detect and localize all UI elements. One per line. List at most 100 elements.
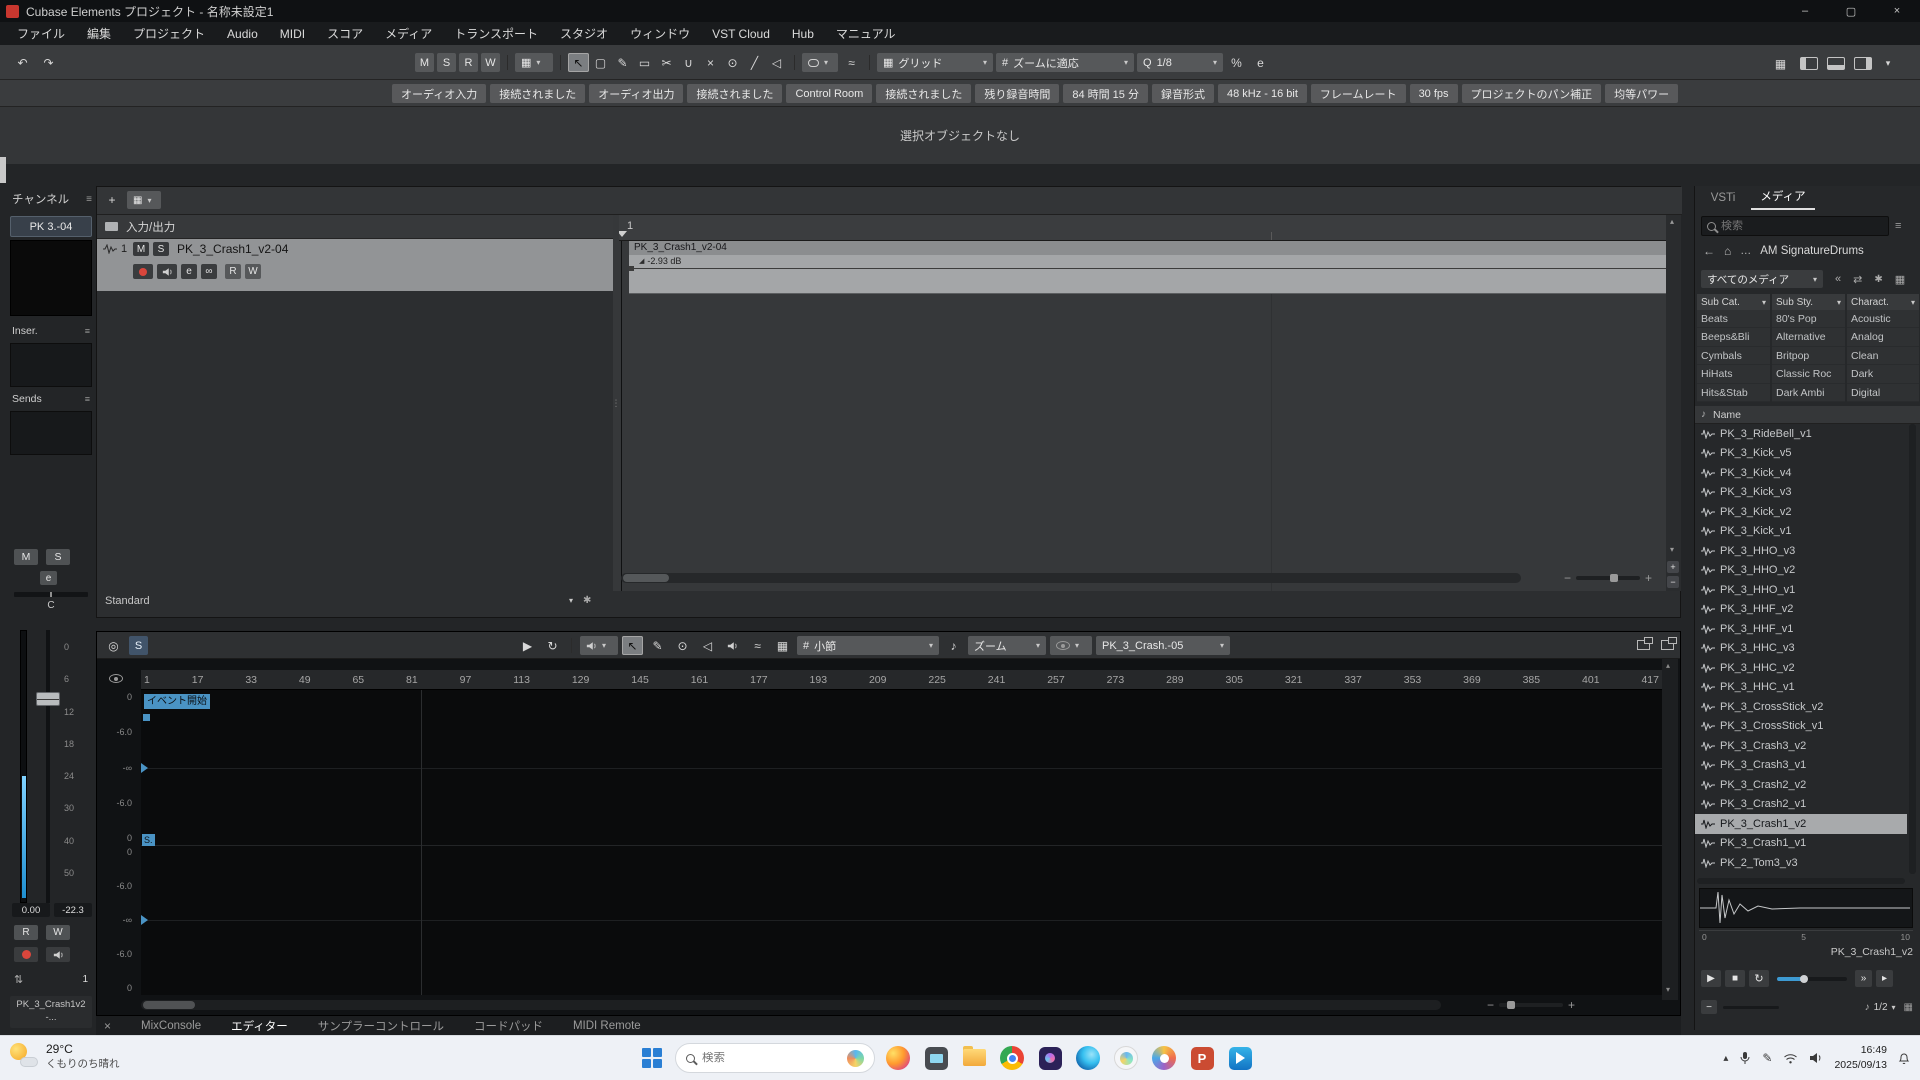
breadcrumb-location[interactable]: AM SignatureDrums (1760, 245, 1864, 257)
audio-event[interactable]: PK_3_Crash1_v2-04 ◢ -2.93 dB (629, 241, 1666, 294)
menu-item[interactable]: スタジオ (549, 22, 619, 45)
filter-item[interactable]: Britpop (1772, 347, 1845, 365)
filter-item[interactable]: Clean (1847, 347, 1919, 365)
editor-ruler[interactable]: 1173349658197113129145161177193209225241… (141, 670, 1662, 690)
preview-waveform[interactable] (1699, 888, 1913, 928)
line-tool[interactable]: ╱ (744, 53, 765, 72)
zoom-in-icon[interactable]: + (1645, 571, 1652, 585)
sends-header[interactable]: Sends ≡ (10, 391, 92, 407)
write-automation-button[interactable]: W (46, 925, 70, 940)
scroll-down-icon[interactable]: ▾ (1670, 545, 1674, 554)
clip-selector-dropdown[interactable]: PK_3_Crash.-05 ▾ (1096, 636, 1230, 655)
track-mute-button[interactable]: M (133, 242, 149, 256)
media-file-row[interactable]: PK_3_Crash1_v2 (1695, 814, 1907, 834)
event-volume-handle[interactable] (629, 266, 634, 271)
tab-vsti[interactable]: VSTi (1695, 186, 1751, 210)
tab-media[interactable]: メディア (1751, 186, 1815, 210)
editor-vertical-scrollbar[interactable]: ▴ ▾ (1662, 659, 1678, 1000)
media-file-row[interactable]: PK_2_Tom3_v3 (1695, 853, 1907, 873)
audio-event-title[interactable]: PK_3_Crash1_v2-04 (629, 241, 1666, 255)
left-divider-handle[interactable] (0, 157, 6, 183)
filter-item[interactable]: Cymbals (1697, 347, 1770, 365)
firefox-icon[interactable] (883, 1043, 913, 1073)
home-icon[interactable]: ⌂ (1724, 244, 1731, 258)
media-search-input[interactable] (1721, 220, 1871, 232)
lower-zone-tab[interactable]: サンプラーコントロール (318, 1018, 444, 1034)
vertical-scrollbar[interactable]: ▴ ▾ + − (1666, 215, 1681, 591)
pin-editor-icon[interactable]: ◎ (103, 636, 124, 655)
close-lower-zone-icon[interactable]: × (104, 1019, 111, 1033)
media-file-row[interactable]: PK_3_CrossStick_v2 (1695, 697, 1907, 717)
scroll-up-icon[interactable]: ▴ (1666, 661, 1670, 670)
media-player-icon[interactable] (1225, 1043, 1255, 1073)
zoom-out-icon[interactable]: − (1564, 571, 1571, 585)
chevron-down-icon[interactable]: ▾ (1892, 1003, 1896, 1012)
filter-item[interactable]: Classic Roc (1772, 365, 1845, 383)
scrollbar-thumb[interactable] (623, 574, 669, 582)
media-list-hscrollbar[interactable] (1697, 878, 1905, 884)
media-file-row[interactable]: PK_3_CrossStick_v1 (1695, 717, 1907, 737)
zoom-out-icon[interactable]: − (1487, 998, 1494, 1012)
snap-zero-crossing-icon[interactable]: ≈ (747, 636, 768, 655)
media-file-row[interactable]: PK_3_Kick_v2 (1695, 502, 1907, 522)
filter-column-header[interactable]: Sub Cat. ▾ (1697, 294, 1770, 310)
clipchamp-icon[interactable] (1035, 1043, 1065, 1073)
scrollbar-thumb[interactable] (143, 1001, 195, 1009)
editor-zoom-dropdown[interactable]: ズーム ▾ (968, 636, 1046, 655)
media-file-row[interactable]: PK_3_Crash3_v1 (1695, 756, 1907, 776)
read-all-button[interactable]: R (459, 53, 478, 72)
snap-zero-crossing-icon[interactable]: ≈ (841, 53, 862, 72)
back-icon[interactable]: ← (1703, 244, 1715, 258)
preview-play-button[interactable]: ▶ (1701, 970, 1721, 987)
track-preset-label[interactable]: Standard (105, 595, 150, 607)
powerpoint-icon[interactable]: P (1187, 1043, 1217, 1073)
reset-filter-icon[interactable]: « (1835, 273, 1841, 285)
track-visibility-dropdown[interactable]: ▦ ▾ (127, 191, 161, 209)
minus-button[interactable]: − (1701, 1000, 1717, 1014)
event-display[interactable]: 1 PK_3_Crash1_v2-04 ◢ -2.93 dB (619, 215, 1666, 591)
snap-toggle-icon[interactable]: ▦ (772, 636, 793, 655)
filter-item[interactable]: Dark Ambi (1772, 384, 1845, 402)
event-start-marker[interactable]: イベント開始 (144, 694, 210, 709)
inserts-header[interactable]: Inser. ≡ (10, 323, 92, 339)
timeline-ruler[interactable]: 1 (619, 215, 1666, 241)
menu-item[interactable]: MIDI (269, 22, 316, 45)
preview-loop-button[interactable]: ↻ (1749, 970, 1769, 987)
step-preview-button[interactable]: ▸ (1876, 970, 1893, 987)
media-name-header[interactable]: ♪ Name (1695, 406, 1920, 424)
scrollbar-thumb[interactable] (1909, 424, 1916, 544)
taskbar-search-input[interactable] (702, 1052, 832, 1064)
tempo-slider[interactable] (1723, 1006, 1779, 1009)
peak-readout[interactable]: -22.3 (54, 903, 92, 917)
infobar-chip[interactable]: 30 fps (1410, 84, 1458, 103)
filter-item[interactable]: HiHats (1697, 365, 1770, 383)
vertical-zoom-in-button[interactable]: + (1667, 561, 1679, 573)
menu-item[interactable]: ファイル (6, 22, 76, 45)
media-file-row[interactable]: PK_3_Kick_v4 (1695, 463, 1907, 483)
lower-zone-toggle-icon[interactable] (1827, 57, 1845, 70)
write-all-button[interactable]: W (481, 53, 500, 72)
filter-item[interactable]: Alternative (1772, 328, 1845, 346)
open-in-window-icon[interactable] (1637, 640, 1650, 650)
quantize-dropdown[interactable]: Q 1/8 ▾ (1137, 53, 1223, 72)
media-file-row[interactable]: PK_3_HHO_v1 (1695, 580, 1907, 600)
track-solo-button[interactable]: S (153, 242, 169, 256)
record-enable-button[interactable] (14, 947, 38, 962)
media-scope-dropdown[interactable]: すべてのメディア ▾ (1701, 270, 1823, 288)
edge-icon[interactable] (1073, 1043, 1103, 1073)
lower-zone-tab[interactable]: エディター (231, 1018, 288, 1034)
fader-handle[interactable] (36, 692, 60, 706)
editor-draw-tool[interactable]: ✎ (647, 636, 668, 655)
zoom-in-icon[interactable]: + (1568, 998, 1575, 1012)
track-name[interactable]: PK_3_Crash1_v2-04 (177, 242, 288, 256)
infobar-chip[interactable]: 48 kHz - 16 bit (1218, 84, 1307, 103)
infobar-chip[interactable]: フレームレート (1311, 84, 1406, 103)
channel-menu-icon[interactable]: ≡ (86, 194, 92, 205)
channel-edit-button[interactable]: e (40, 571, 57, 585)
track-monitor-button[interactable] (157, 264, 177, 279)
menu-item[interactable]: Hub (781, 22, 825, 45)
tray-clock[interactable]: 16:49 2025/09/13 (1834, 1043, 1887, 1072)
scroll-up-icon[interactable]: ▴ (1670, 217, 1674, 226)
browser-icon[interactable] (1149, 1043, 1179, 1073)
track-record-button[interactable] (133, 264, 153, 279)
